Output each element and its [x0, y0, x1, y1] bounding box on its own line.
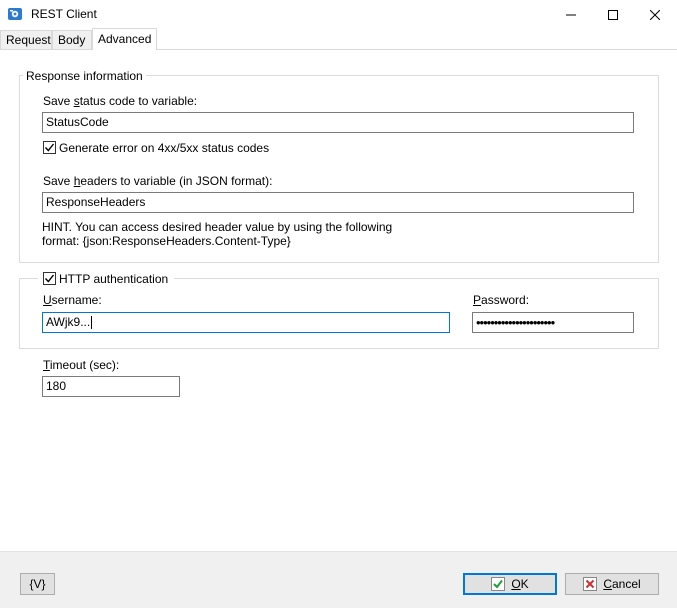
checkmark-icon [44, 143, 55, 152]
http-auth-label: HTTP authentication [59, 272, 169, 286]
username-label: Username: [43, 293, 102, 307]
tab-request[interactable]: Request [0, 30, 52, 49]
tab-request-label: Request [6, 33, 51, 47]
maximize-icon [608, 9, 618, 20]
timeout-label: Timeout (sec): [43, 358, 120, 372]
http-auth-checkbox[interactable] [43, 272, 56, 285]
cancel-button[interactable]: Cancel [565, 573, 659, 595]
variables-button[interactable]: {V} [20, 573, 55, 595]
generate-error-label: Generate error on 4xx/5xx status codes [59, 141, 270, 155]
status-code-input[interactable]: StatusCode [42, 112, 634, 133]
password-input[interactable]: •••••••••••••••••••••• [472, 312, 634, 333]
minimize-button[interactable] [548, 0, 594, 29]
maximize-button[interactable] [590, 0, 636, 29]
check-icon [491, 577, 506, 591]
response-info-legend: Response information [23, 69, 146, 83]
tab-advanced[interactable]: Advanced [92, 28, 157, 50]
ok-label: OK [511, 577, 529, 591]
minimize-icon [566, 14, 576, 15]
rest-client-app-icon [7, 6, 23, 22]
tab-advanced-label: Advanced [98, 32, 152, 46]
checkmark-icon [44, 274, 55, 283]
variables-label: {V} [29, 577, 46, 591]
generate-error-checkbox[interactable] [43, 141, 56, 154]
username-input[interactable]: AWjk9... [42, 312, 450, 333]
text-caret [91, 316, 93, 330]
headers-input[interactable]: ResponseHeaders [42, 192, 634, 213]
timeout-input[interactable]: 180 [42, 376, 180, 397]
close-button[interactable] [632, 0, 677, 29]
headers-label: Save headers to variable (in JSON format… [43, 174, 273, 188]
tab-body[interactable]: Body [52, 30, 92, 49]
close-icon [650, 9, 660, 20]
cancel-label: Cancel [603, 577, 641, 591]
hint-text-line2: format: {json:ResponseHeaders.Content-Ty… [42, 234, 291, 248]
hint-text-line1: HINT. You can access desired header valu… [42, 220, 393, 234]
tab-body-label: Body [58, 33, 86, 47]
password-label: Password: [473, 293, 530, 307]
ok-button[interactable]: OK [463, 573, 557, 595]
cancel-x-icon [583, 577, 598, 591]
window-title: REST Client [31, 7, 97, 21]
status-code-label: Save status code to variable: [43, 94, 198, 108]
